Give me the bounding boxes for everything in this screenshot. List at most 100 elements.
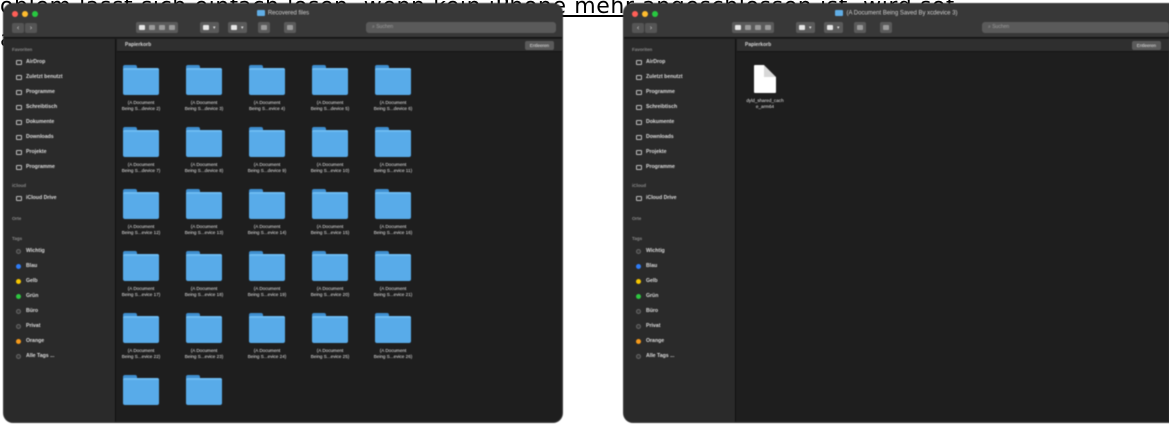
sidebar-item-tags[interactable]: Büro	[624, 304, 735, 319]
sidebar-item-favorites[interactable]: Dokumente	[4, 115, 115, 130]
group-button[interactable]: ▾	[796, 22, 815, 33]
empty-trash-button[interactable]: Entleeren	[524, 41, 554, 50]
column-view-icon[interactable]	[159, 25, 165, 30]
folder-item[interactable]: (A Document Being S...evice 25)	[294, 313, 366, 360]
folder-item[interactable]: (A Document Being S...evice 21)	[357, 251, 429, 298]
folder-item[interactable]: (A Document Being S...device 8)	[168, 127, 240, 174]
sidebar-item-tags[interactable]: Orange	[4, 334, 115, 349]
group-button[interactable]: ▾	[200, 22, 219, 33]
sidebar-item-favorites[interactable]: Programme	[624, 160, 735, 175]
folder-icon	[186, 313, 222, 343]
sidebar-item-tags[interactable]: Alle Tags ...	[4, 349, 115, 364]
sidebar-item-favorites[interactable]: Zuletzt benutzt	[4, 70, 115, 85]
back-button[interactable]: ‹	[632, 23, 644, 33]
empty-trash-button[interactable]: Entleeren	[1131, 41, 1161, 50]
folder-item[interactable]: (A Document Being S...evice 23)	[168, 313, 240, 360]
list-view-icon[interactable]	[149, 25, 155, 30]
folder-item[interactable]: (A Document Being S...evice 20)	[294, 251, 366, 298]
sidebar-item-label: Privat	[646, 323, 661, 329]
view-mode-switcher[interactable]	[136, 22, 178, 33]
folder-item[interactable]: (A Document Being S...evice 18)	[168, 251, 240, 298]
sidebar-item-label: Blau	[26, 263, 38, 269]
sidebar-item-icloud[interactable]: iCloud Drive	[4, 191, 115, 206]
sidebar-item-favorites[interactable]: Programme	[4, 160, 115, 175]
sidebar-item-favorites[interactable]: Downloads	[624, 130, 735, 145]
sidebar-item-label: Orange	[646, 338, 665, 344]
sidebar-item-favorites[interactable]: Schreibtisch	[4, 100, 115, 115]
sidebar-item-tags[interactable]: Büro	[4, 304, 115, 319]
action-button[interactable]: ▾	[824, 22, 843, 33]
sidebar-item-label: Zuletzt benutzt	[26, 74, 63, 80]
file-name-line-2: Being S...evice 13)	[184, 230, 224, 235]
folder-item[interactable]: (A Document Being S...evice 4)	[231, 65, 303, 112]
sidebar-item-favorites[interactable]: Downloads	[4, 130, 115, 145]
folder-item[interactable]: (A Document Being S...device 9)	[231, 127, 303, 174]
sidebar-item-tags[interactable]: Gelb	[624, 274, 735, 289]
folder-item[interactable]: (A Document Being S...evice 14)	[231, 189, 303, 236]
sidebar-item-favorites[interactable]: Projekte	[4, 145, 115, 160]
folder-item[interactable]: (A Document Being S...evice 13)	[168, 189, 240, 236]
column-view-icon[interactable]	[755, 25, 761, 30]
search-input[interactable]: ⌕ Suchen	[982, 22, 1169, 33]
folder-item[interactable]	[168, 375, 240, 410]
folder-item[interactable]: (A Document Being S...evice 15)	[294, 189, 366, 236]
sidebar-item-tags[interactable]: Privat	[4, 319, 115, 334]
file-name: (A Document Being S...evice 13)	[168, 224, 240, 236]
folder-item[interactable]: (A Document Being S...evice 11)	[357, 127, 429, 174]
sidebar-item-label: Projekte	[26, 149, 47, 155]
sidebar-item-favorites[interactable]: Schreibtisch	[624, 100, 735, 115]
folder-item[interactable]: (A Document Being S...evice 16)	[357, 189, 429, 236]
sidebar-item-label: Downloads	[646, 134, 674, 140]
share-icon	[857, 25, 863, 30]
sidebar-item-tags[interactable]: Alle Tags ...	[624, 349, 735, 364]
share-button[interactable]	[258, 22, 270, 33]
folder-item[interactable]: (A Document Being S...device 3)	[168, 65, 240, 112]
action-button[interactable]: ▾	[228, 22, 247, 33]
sidebar-item-tags[interactable]: Orange	[624, 334, 735, 349]
gallery-view-icon[interactable]	[765, 25, 771, 30]
forward-button[interactable]: ›	[645, 23, 657, 33]
file-name-line-2: Being S...evice 19)	[247, 292, 287, 297]
folder-icon	[123, 65, 159, 95]
back-button[interactable]: ‹	[12, 23, 24, 33]
folder-item[interactable]: (A Document Being S...evice 24)	[231, 313, 303, 360]
sidebar-item-label: iCloud Drive	[646, 195, 677, 201]
sidebar-item-tags[interactable]: Blau	[4, 259, 115, 274]
tag-button[interactable]	[880, 22, 892, 33]
sidebar-item-icloud[interactable]: iCloud Drive	[624, 191, 735, 206]
file-item[interactable]: dyld_shared_cach e_arm64	[737, 65, 801, 110]
sidebar-item-tags[interactable]: Privat	[624, 319, 735, 334]
airdrop-icon	[636, 60, 642, 65]
sidebar-item-favorites[interactable]: Dokumente	[624, 115, 735, 130]
sidebar-item-tags[interactable]: Grün	[4, 289, 115, 304]
folder-item[interactable]: (A Document Being S...evice 10)	[294, 127, 366, 174]
list-view-icon[interactable]	[745, 25, 751, 30]
folder-item[interactable]: (A Document Being S...evice 19)	[231, 251, 303, 298]
sidebar-item-tags[interactable]: Grün	[624, 289, 735, 304]
sidebar-item-favorites[interactable]: AirDrop	[4, 55, 115, 70]
sidebar-item-tags[interactable]: Gelb	[4, 274, 115, 289]
sidebar-item-favorites[interactable]: Projekte	[624, 145, 735, 160]
gallery-view-icon[interactable]	[169, 25, 175, 30]
sidebar-item-tags[interactable]: Wichtig	[4, 244, 115, 259]
sidebar-item-favorites[interactable]: Programme	[624, 85, 735, 100]
sidebar-item-tags[interactable]: Blau	[624, 259, 735, 274]
sidebar-item-favorites[interactable]: AirDrop	[624, 55, 735, 70]
sidebar-item-tags[interactable]: Wichtig	[624, 244, 735, 259]
icon-view-icon[interactable]	[139, 25, 145, 30]
search-input[interactable]: ⌕ Suchen	[366, 22, 556, 33]
file-name: dyld_shared_cach e_arm64	[737, 98, 801, 110]
icon-view-icon[interactable]	[735, 25, 741, 30]
tag-button[interactable]	[284, 22, 296, 33]
file-name: (A Document Being S...evice 24)	[231, 348, 303, 360]
tag-color-dot-icon	[636, 324, 641, 329]
view-mode-switcher[interactable]	[732, 22, 774, 33]
folder-item[interactable]: (A Document Being S...device 6)	[357, 65, 429, 112]
folder-item[interactable]: (A Document Being S...evice 26)	[357, 313, 429, 360]
sidebar-item-favorites[interactable]: Zuletzt benutzt	[624, 70, 735, 85]
file-name: (A Document Being S...evice 20)	[294, 286, 366, 298]
sidebar-item-favorites[interactable]: Programme	[4, 85, 115, 100]
forward-button[interactable]: ›	[25, 23, 37, 33]
folder-item[interactable]: (A Document Being S...device 5)	[294, 65, 366, 112]
share-button[interactable]	[854, 22, 866, 33]
